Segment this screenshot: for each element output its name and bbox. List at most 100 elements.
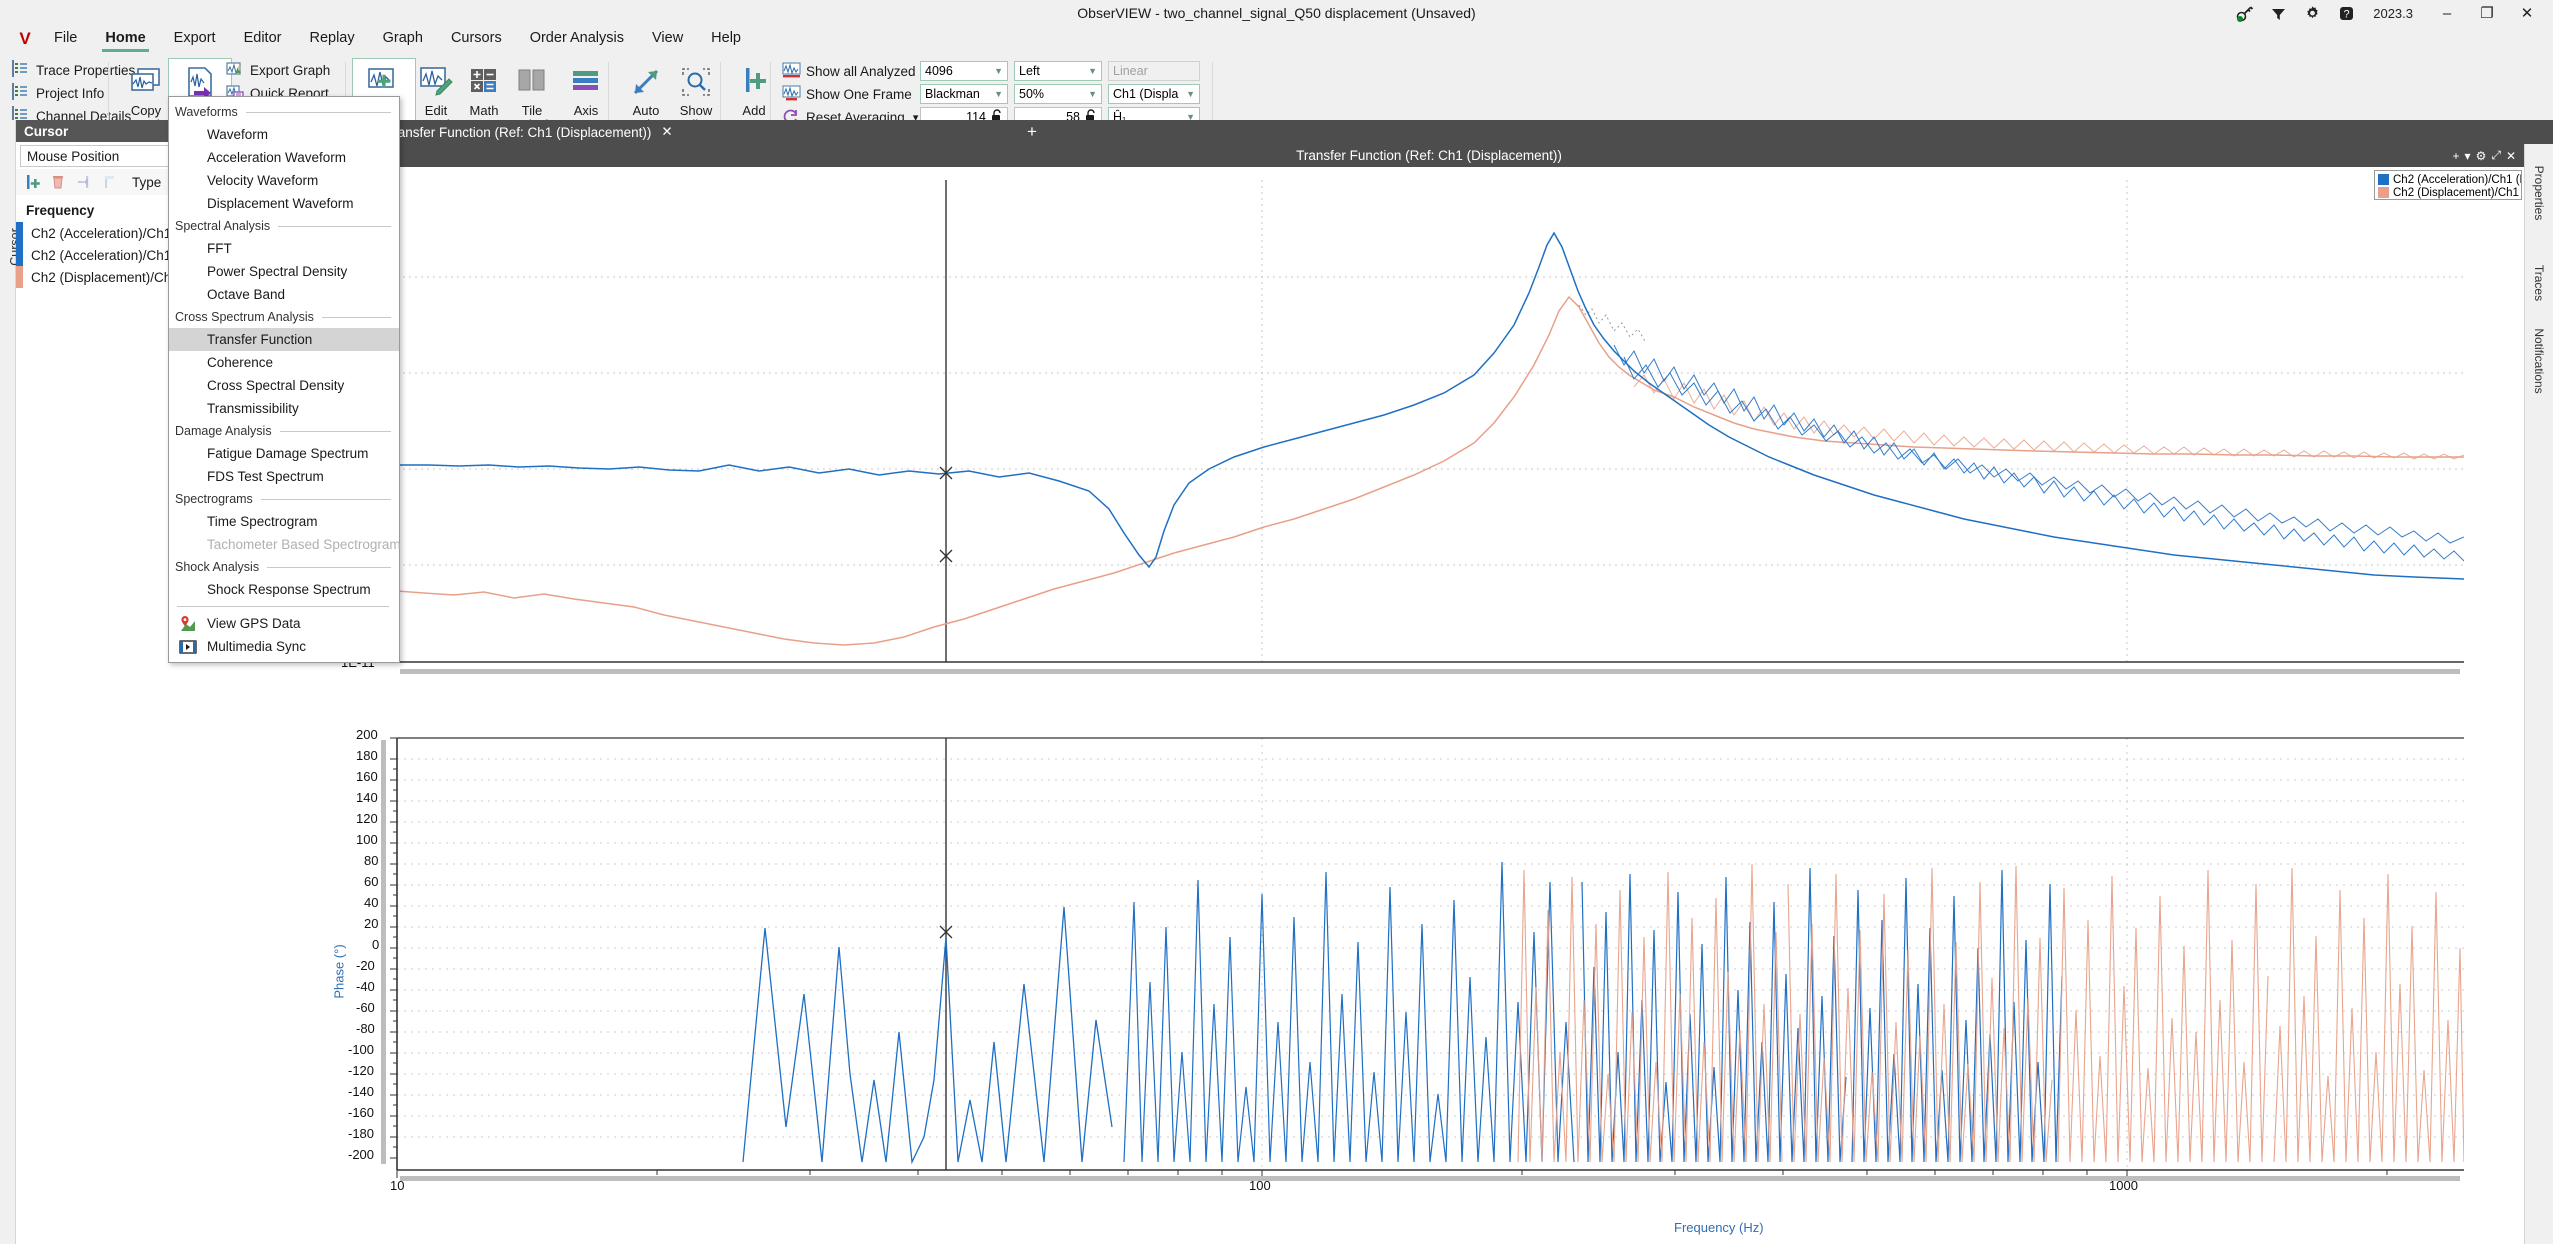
- section-rule: [245, 111, 391, 113]
- menu-item-displacement-waveform[interactable]: Displacement Waveform: [169, 192, 399, 215]
- menu-item-view-gps-data[interactable]: View GPS Data: [169, 612, 399, 635]
- application-window: ObserVIEW - two_channel_signal_Q50 displ…: [0, 0, 2553, 1244]
- export-graph-label: Export Graph: [250, 63, 331, 78]
- menu-item-fatigue-damage-spectrum[interactable]: Fatigue Damage Spectrum: [169, 442, 399, 465]
- legend-entry: Ch2 (Displacement)/Ch1 (Di: [2378, 186, 2521, 199]
- legend-color-swatch: [2378, 187, 2389, 198]
- menu-item-order-analysis[interactable]: Order Analysis: [516, 27, 638, 52]
- add-cursor-label-1: Add: [742, 103, 766, 118]
- menu-item-cursors[interactable]: Cursors: [437, 27, 516, 52]
- restore-button[interactable]: ❐: [2467, 0, 2507, 26]
- menu-item-multimedia-sync[interactable]: Multimedia Sync: [169, 635, 399, 658]
- menu-item-coherence[interactable]: Coherence: [169, 351, 399, 374]
- menu-item-transfer-function[interactable]: Transfer Function: [169, 328, 399, 351]
- menu-item-acceleration-waveform[interactable]: Acceleration Waveform: [169, 146, 399, 169]
- dropdown-section-header: Spectrograms: [169, 488, 399, 510]
- show-all-analyzed-data-button[interactable]: Show all Analyzed Data: [778, 60, 948, 83]
- trace-color-swatch: [16, 222, 23, 244]
- graph-tab[interactable]: 2) Transfer Function (Ref: Ch1 (Displace…: [360, 120, 683, 144]
- add-tab-button[interactable]: +: [1018, 120, 1046, 144]
- dropdown-section-label: Shock Analysis: [175, 560, 260, 574]
- menu-item-graph[interactable]: Graph: [369, 27, 437, 52]
- dropdown-section-header: Spectral Analysis: [169, 215, 399, 237]
- close-button[interactable]: ✕: [2507, 0, 2547, 26]
- menu-item-cross-spectral-density[interactable]: Cross Spectral Density: [169, 374, 399, 397]
- add-cursor-icon[interactable]: [20, 171, 44, 193]
- menu-item-fft[interactable]: FFT: [169, 237, 399, 260]
- gear-icon[interactable]: [2295, 0, 2329, 26]
- scaling-select: Linear: [1108, 61, 1200, 81]
- auto-scale-icon: [627, 63, 665, 101]
- alignment-select[interactable]: Left ▼: [1014, 61, 1102, 81]
- axis-layout-icon: [567, 63, 605, 101]
- trace-color-swatch: [16, 266, 23, 288]
- right-rail-traces[interactable]: Traces: [2532, 241, 2546, 325]
- show-one-frame-button[interactable]: Show One Frame: [778, 83, 938, 106]
- menu-item-waveform[interactable]: Waveform: [169, 123, 399, 146]
- gps-pin-icon: [177, 615, 199, 633]
- menu-item-time-spectrogram[interactable]: Time Spectrogram: [169, 510, 399, 533]
- export-data-dropdown-menu[interactable]: Waveforms Waveform Acceleration Waveform…: [168, 96, 401, 663]
- chevron-down-icon: ▼: [1088, 66, 1097, 76]
- graph-tab-label: 2) Transfer Function (Ref: Ch1 (Displace…: [370, 124, 652, 140]
- menu-item-editor[interactable]: Editor: [230, 27, 296, 52]
- dropdown-section-header: Cross Spectrum Analysis: [169, 306, 399, 328]
- menu-item-view[interactable]: View: [638, 27, 697, 52]
- legend-color-swatch: [2378, 174, 2389, 185]
- alignment-value: Left: [1019, 64, 1040, 78]
- prev-cursor-icon[interactable]: [72, 171, 96, 193]
- menu-item-tachometer-based-spectrogram: Tachometer Based Spectrogram: [207, 537, 401, 552]
- edit-graph-icon: [417, 63, 455, 101]
- graph-legend[interactable]: Ch2 (Acceleration)/Ch1 (Disp Ch2 (Displa…: [2374, 170, 2522, 200]
- view-gps-data-label: View GPS Data: [207, 616, 301, 631]
- filter-icon[interactable]: ▾: [2465, 149, 2471, 163]
- menu-item-help[interactable]: Help: [697, 27, 755, 52]
- key-icon[interactable]: [2227, 0, 2261, 26]
- maximize-icon[interactable]: ⤢: [2491, 148, 2501, 163]
- window-value: Blackman: [925, 87, 980, 101]
- menu-item-shock-response-spectrum[interactable]: Shock Response Spectrum: [169, 578, 399, 601]
- title-bar: ObserVIEW - two_channel_signal_Q50 displ…: [0, 0, 2553, 26]
- menu-item-file[interactable]: File: [40, 27, 91, 52]
- plot-container: Ch2 (Acceleration)/Ch1 (Disp Ch2 (Displa…: [332, 167, 2524, 1244]
- edit-graph-label-1: Edit: [424, 103, 448, 118]
- graph-tab-close-icon[interactable]: ✕: [661, 124, 672, 140]
- list-icon: [12, 60, 31, 80]
- menu-item-transmissibility[interactable]: Transmissibility: [169, 397, 399, 420]
- delete-cursor-icon[interactable]: [46, 171, 70, 193]
- copy-graph-icon: [127, 63, 165, 101]
- one-frame-icon: [782, 85, 801, 104]
- right-rail-notifications[interactable]: Notifications: [2532, 319, 2546, 403]
- menu-item-velocity-waveform[interactable]: Velocity Waveform: [169, 169, 399, 192]
- menu-item-export[interactable]: Export: [160, 27, 230, 52]
- window-select[interactable]: Blackman ▼: [920, 84, 1008, 104]
- cursor-band-icon[interactable]: [98, 171, 122, 193]
- dropdown-section-label: Cross Spectrum Analysis: [175, 310, 314, 324]
- left-rail: Cursor: [0, 120, 22, 1244]
- legend-label: Ch2 (Displacement)/Ch1 (Di: [2393, 186, 2521, 199]
- block-size-select[interactable]: 4096 ▼: [920, 61, 1008, 81]
- dropdown-section-header: Shock Analysis: [169, 556, 399, 578]
- gear-icon[interactable]: ⚙: [2476, 149, 2487, 163]
- add-trace-icon[interactable]: +: [2453, 149, 2460, 163]
- filter-icon[interactable]: [2261, 0, 2295, 26]
- menu-item-home[interactable]: Home: [91, 27, 159, 52]
- reference-select[interactable]: Ch1 (Displa ▼: [1108, 84, 1200, 104]
- close-graph-icon[interactable]: ✕: [2506, 149, 2516, 163]
- menu-item-replay[interactable]: Replay: [295, 27, 368, 52]
- overlap-select[interactable]: 50% ▼: [1014, 84, 1102, 104]
- minimize-button[interactable]: –: [2427, 0, 2467, 26]
- magnitude-plot[interactable]: 1E-11: [334, 175, 2524, 730]
- axis-layout-label-1: Axis: [573, 103, 599, 118]
- legend-label: Ch2 (Acceleration)/Ch1 (Disp: [2393, 173, 2521, 186]
- graph-title-buttons: + ▾ ⚙ ⤢ ✕: [2453, 144, 2524, 167]
- menu-item-octave-band[interactable]: Octave Band: [169, 283, 399, 306]
- help-icon[interactable]: ?: [2329, 0, 2363, 26]
- menu-item-fds-test-spectrum[interactable]: FDS Test Spectrum: [169, 465, 399, 488]
- chevron-down-icon: ▼: [1088, 89, 1097, 99]
- phase-plot[interactable]: Phase (°) Frequency (Hz) 200 180 160 140…: [332, 727, 2524, 1244]
- menu-item-power-spectral-density[interactable]: Power Spectral Density: [169, 260, 399, 283]
- math-label-1: Math: [469, 103, 499, 118]
- right-rail-properties[interactable]: Properties: [2532, 151, 2546, 235]
- section-rule: [267, 566, 391, 568]
